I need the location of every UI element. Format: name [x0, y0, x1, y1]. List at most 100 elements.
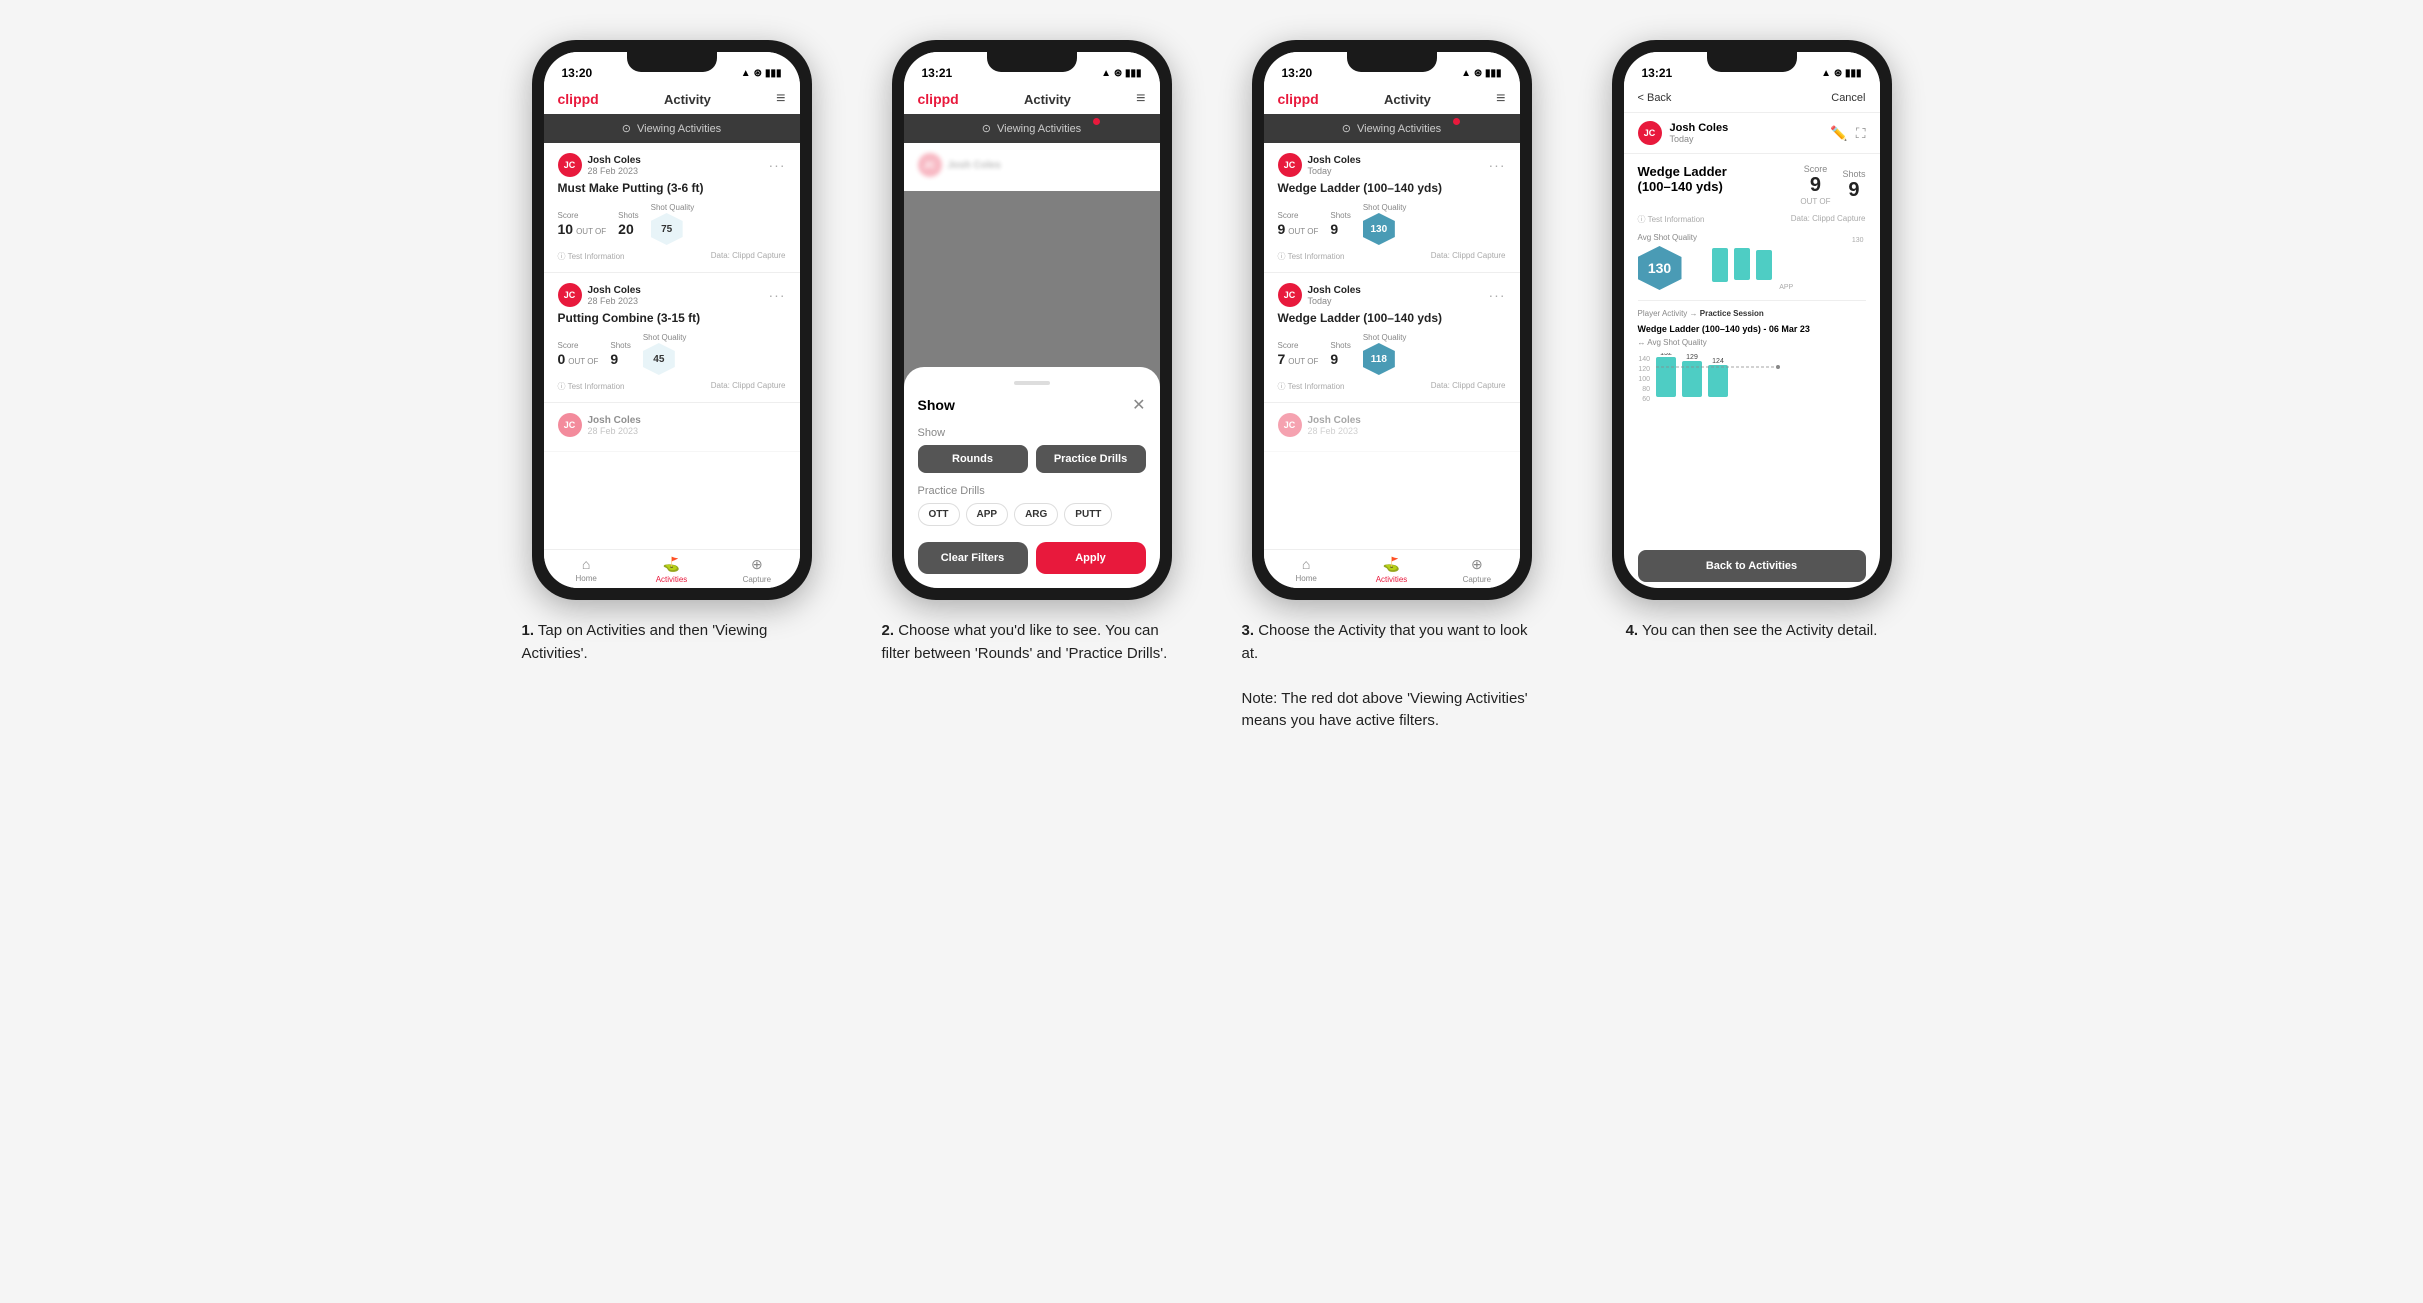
svg-text:140: 140: [1638, 356, 1650, 363]
pill-ott-2[interactable]: OTT: [918, 503, 960, 526]
toggle-rounds-2[interactable]: Rounds: [918, 445, 1028, 473]
avg-quality-section-4: Avg Shot Quality 130 130: [1638, 233, 1866, 290]
clear-filters-btn-2[interactable]: Clear Filters: [918, 542, 1028, 574]
user-date-1-2: 28 Feb 2023: [588, 296, 641, 306]
red-dot-3: [1453, 118, 1460, 125]
phone-notch-2: [987, 52, 1077, 72]
card-stats-1-2: Score 0 OUT OF Shots 9: [558, 333, 786, 375]
detail-score-col-4: Score 9 OUT OF: [1800, 164, 1830, 206]
filter-bar-text-3: ⊙ Viewing Activities: [1342, 122, 1441, 135]
pill-putt-2[interactable]: PUTT: [1064, 503, 1112, 526]
status-icons-2: ▲ ⊛ ▮▮▮: [1101, 68, 1141, 79]
big-hex-4: 130: [1638, 246, 1682, 290]
bottom-nav-3: ⌂ Home ⛳ Activities ⊕ Capture: [1264, 549, 1520, 588]
phone-section-2: 13:21 ▲ ⊛ ▮▮▮ clippd Activity ≡ ⊙ Viewin…: [872, 40, 1192, 733]
phone-shell-2: 13:21 ▲ ⊛ ▮▮▮ clippd Activity ≡ ⊙ Viewin…: [892, 40, 1172, 600]
nav-menu-1[interactable]: ≡: [776, 90, 785, 108]
phone-shell-3: 13:20 ▲ ⊛ ▮▮▮ clippd Activity ≡ ⊙ Viewin…: [1252, 40, 1532, 600]
phone-notch-3: [1347, 52, 1437, 72]
nav-menu-3[interactable]: ≡: [1496, 90, 1505, 108]
detail-header-4: < Back Cancel: [1624, 84, 1880, 113]
blurred-card-2: JC Josh Coles: [904, 143, 1160, 191]
bottom-nav-activities-3[interactable]: ⛳ Activities: [1349, 556, 1434, 584]
status-time-3: 13:20: [1282, 66, 1313, 80]
phone-section-3: 13:20 ▲ ⊛ ▮▮▮ clippd Activity ≡ ⊙ Viewin…: [1232, 40, 1552, 733]
card-dots-3-1[interactable]: ···: [1489, 157, 1506, 173]
detail-user-name-4: Josh Coles: [1670, 122, 1729, 134]
toggle-practice-2[interactable]: Practice Drills: [1036, 445, 1146, 473]
user-name-1-2: Josh Coles: [588, 285, 641, 296]
activity-card-3-2[interactable]: JC Josh Coles Today ··· Wedge Ladder (10…: [1264, 273, 1520, 403]
back-to-activities-btn-4[interactable]: Back to Activities: [1638, 550, 1866, 582]
user-date-1-1: 28 Feb 2023: [588, 166, 641, 176]
cancel-button-4[interactable]: Cancel: [1831, 92, 1865, 104]
back-button-4[interactable]: < Back: [1638, 92, 1672, 104]
filter-bar-2[interactable]: ⊙ Viewing Activities: [904, 114, 1160, 143]
quality-hex-1-1: 75: [651, 213, 683, 245]
description-3: 3. Choose the Activity that you want to …: [1242, 620, 1542, 733]
card-header-1-1: JC Josh Coles 28 Feb 2023 ···: [558, 153, 786, 177]
filter-bar-1[interactable]: ⊙ Viewing Activities: [544, 114, 800, 143]
bottom-nav-home-3[interactable]: ⌂ Home: [1264, 556, 1349, 584]
activity-card-1-1[interactable]: JC Josh Coles 28 Feb 2023 ··· Must Make …: [544, 143, 800, 273]
modal-close-2[interactable]: ✕: [1132, 395, 1145, 415]
detail-title-row-4: Wedge Ladder (100–140 yds) Score 9 OUT O…: [1638, 164, 1866, 206]
modal-toggle-row-2: Rounds Practice Drills: [918, 445, 1146, 473]
apply-btn-2[interactable]: Apply: [1036, 542, 1146, 574]
nav-menu-2[interactable]: ≡: [1136, 90, 1145, 108]
detail-shots-col-4: Shots 9: [1842, 169, 1865, 202]
logo-3: clippd: [1278, 91, 1319, 107]
svg-text:60: 60: [1642, 396, 1650, 403]
phone-screen-2: 13:21 ▲ ⊛ ▮▮▮ clippd Activity ≡ ⊙ Viewin…: [904, 52, 1160, 588]
card-footer-1-1: ⓘ Test Information Data: Clippd Capture: [558, 251, 786, 262]
description-1: 1. Tap on Activities and then 'Viewing A…: [522, 620, 822, 665]
card-dots-1-1[interactable]: ···: [769, 157, 786, 173]
phone-screen-4: 13:21 ▲ ⊛ ▮▮▮ < Back Cancel JC Josh Cole…: [1624, 52, 1880, 588]
app-nav-1: clippd Activity ≡: [544, 84, 800, 114]
phone-screen-1: 13:20 ▲ ⊛ ▮▮▮ clippd Activity ≡ ⊙: [544, 52, 800, 588]
modal-handle-2: [1014, 381, 1050, 385]
card-dots-3-2[interactable]: ···: [1489, 287, 1506, 303]
bottom-nav-capture-1[interactable]: ⊕ Capture: [714, 556, 799, 584]
pill-row-2: OTT APP ARG PUTT: [918, 503, 1146, 526]
bottom-nav-capture-3[interactable]: ⊕ Capture: [1434, 556, 1519, 584]
status-time-1: 13:20: [562, 66, 593, 80]
phone-shell-4: 13:21 ▲ ⊛ ▮▮▮ < Back Cancel JC Josh Cole…: [1612, 40, 1892, 600]
quality-hex-3-2: 118: [1363, 343, 1395, 375]
filter-modal-2: Show ✕ Show Rounds Practice Drills Pract…: [904, 367, 1160, 588]
activity-card-1-2[interactable]: JC Josh Coles 28 Feb 2023 ··· Putting Co…: [544, 273, 800, 403]
card-dots-1-2[interactable]: ···: [769, 287, 786, 303]
status-time-2: 13:21: [922, 66, 953, 80]
phone-screen-3: 13:20 ▲ ⊛ ▮▮▮ clippd Activity ≡ ⊙ Viewin…: [1264, 52, 1520, 588]
avatar-4: JC: [1638, 121, 1662, 145]
svg-text:100: 100: [1638, 376, 1650, 383]
bottom-nav-home-1[interactable]: ⌂ Home: [544, 556, 629, 584]
pill-arg-2[interactable]: ARG: [1014, 503, 1058, 526]
user-info-1-2: JC Josh Coles 28 Feb 2023: [558, 283, 641, 307]
card-title-3-2: Wedge Ladder (100–140 yds): [1278, 311, 1506, 325]
chart-bar-area-4: 132 129 124: [1707, 246, 1866, 282]
app-nav-2: clippd Activity ≡: [904, 84, 1160, 114]
edit-icon-4[interactable]: ✏️: [1830, 125, 1847, 142]
bottom-nav-activities-1[interactable]: ⛳ Activities: [629, 556, 714, 584]
avatar-1-1: JC: [558, 153, 582, 177]
user-info-1-1: JC Josh Coles 28 Feb 2023: [558, 153, 641, 177]
activities-icon-3: ⛳: [1383, 556, 1400, 573]
status-icons-1: ▲ ⊛ ▮▮▮: [741, 68, 782, 79]
detail-user-date-4: Today: [1670, 134, 1729, 144]
red-dot-2: [1093, 118, 1100, 125]
status-icons-4: ▲ ⊛ ▮▮▮: [1821, 68, 1861, 79]
bottom-nav-1: ⌂ Home ⛳ Activities ⊕ Capture: [544, 549, 800, 588]
pill-app-2[interactable]: APP: [966, 503, 1009, 526]
detail-user-row-4: JC Josh Coles Today ✏️ ⛶: [1624, 113, 1880, 154]
capture-icon-1: ⊕: [751, 556, 763, 573]
status-icons-3: ▲ ⊛ ▮▮▮: [1461, 68, 1501, 79]
practice-drills-label-2: Practice Drills: [918, 485, 1146, 497]
filter-bar-3[interactable]: ⊙ Viewing Activities: [1264, 114, 1520, 143]
expand-icon-4[interactable]: ⛶: [1856, 125, 1866, 142]
activity-card-3-1[interactable]: JC Josh Coles Today ··· Wedge Ladder (10…: [1264, 143, 1520, 273]
page-container: 13:20 ▲ ⊛ ▮▮▮ clippd Activity ≡ ⊙: [512, 40, 1912, 733]
mini-chart-4: 130 132 129 124: [1707, 237, 1866, 287]
card-header-1-2: JC Josh Coles 28 Feb 2023 ···: [558, 283, 786, 307]
svg-text:120: 120: [1638, 366, 1650, 373]
